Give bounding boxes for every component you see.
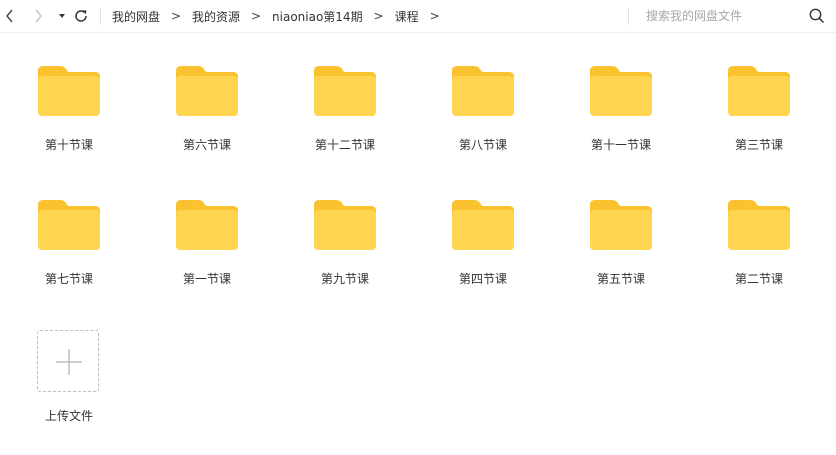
- folder-icon: [452, 66, 514, 116]
- forward-button[interactable]: [28, 6, 48, 26]
- folder-item[interactable]: 第三节课: [709, 66, 809, 176]
- plus-icon: [56, 349, 82, 375]
- folder-label: 第八节课: [458, 138, 507, 152]
- folder-icon: [728, 66, 790, 116]
- breadcrumb-item-courses[interactable]: 课程: [395, 8, 419, 25]
- breadcrumb-item-my-resources[interactable]: 我的资源: [192, 8, 240, 25]
- folder-icon: [38, 66, 100, 116]
- folder-item[interactable]: 第十一节课: [571, 66, 671, 176]
- folder-icon: [590, 200, 652, 250]
- folder-icon: [728, 200, 790, 250]
- folder-item[interactable]: 第二节课: [709, 200, 809, 310]
- folder-icon: [38, 200, 100, 250]
- breadcrumb-separator: >: [373, 9, 384, 23]
- folder-item[interactable]: 第四节课: [433, 200, 533, 310]
- folder-label: 第三节课: [734, 138, 783, 152]
- folder-item[interactable]: 第六节课: [157, 66, 257, 176]
- folder-item[interactable]: 第五节课: [571, 200, 671, 310]
- folder-icon: [590, 66, 652, 116]
- folder-item[interactable]: 第八节课: [433, 66, 533, 176]
- upload-file-button[interactable]: 上传文件: [19, 330, 119, 440]
- folder-label: 第七节课: [44, 272, 93, 286]
- folder-item[interactable]: 第九节课: [295, 200, 395, 310]
- breadcrumb: 我的网盘 > 我的资源 > niaoniao第14期 > 课程 >: [112, 0, 451, 32]
- magnifier-icon: [809, 8, 825, 24]
- breadcrumb-separator: >: [251, 9, 262, 23]
- folder-icon: [176, 200, 238, 250]
- breadcrumb-separator: >: [170, 9, 182, 23]
- breadcrumb-item-niaoniao[interactable]: niaoniao第14期: [272, 8, 363, 25]
- folder-icon: [314, 66, 376, 116]
- folder-item[interactable]: 第十节课: [19, 66, 119, 176]
- toolbar-divider: [100, 8, 101, 25]
- triangle-down-icon: [59, 14, 65, 18]
- toolbar: 我的网盘 > 我的资源 > niaoniao第14期 > 课程 > 搜索我的网盘…: [0, 0, 836, 33]
- upload-dropzone[interactable]: [37, 330, 99, 392]
- back-button[interactable]: [0, 6, 20, 26]
- refresh-button[interactable]: [71, 6, 91, 26]
- upload-label: 上传文件: [44, 409, 93, 423]
- folder-label: 第九节课: [320, 272, 369, 286]
- folder-icon: [176, 66, 238, 116]
- folder-label: 第五节课: [596, 272, 645, 286]
- folder-icon: [452, 200, 514, 250]
- folder-label: 第二节课: [734, 272, 783, 286]
- search-divider: [628, 8, 629, 25]
- folder-label: 第六节课: [182, 138, 231, 152]
- breadcrumb-separator: >: [429, 9, 440, 23]
- folder-label: 第一节课: [182, 272, 231, 286]
- breadcrumb-item-my-drive[interactable]: 我的网盘: [112, 8, 160, 25]
- folder-label: 第十节课: [44, 138, 93, 152]
- chevron-left-icon: [6, 9, 13, 23]
- folder-icon: [314, 200, 376, 250]
- folder-label: 第十一节课: [590, 138, 651, 152]
- folder-item[interactable]: 第七节课: [19, 200, 119, 310]
- folder-label: 第四节课: [458, 272, 507, 286]
- search-input[interactable]: 搜索我的网盘文件: [646, 0, 742, 32]
- folder-label: 第十二节课: [314, 138, 375, 152]
- search-button[interactable]: [808, 7, 826, 25]
- refresh-icon: [75, 10, 87, 22]
- folder-item[interactable]: 第一节课: [157, 200, 257, 310]
- chevron-right-icon: [35, 9, 42, 23]
- folder-item[interactable]: 第十二节课: [295, 66, 395, 176]
- history-dropdown-button[interactable]: [52, 6, 72, 26]
